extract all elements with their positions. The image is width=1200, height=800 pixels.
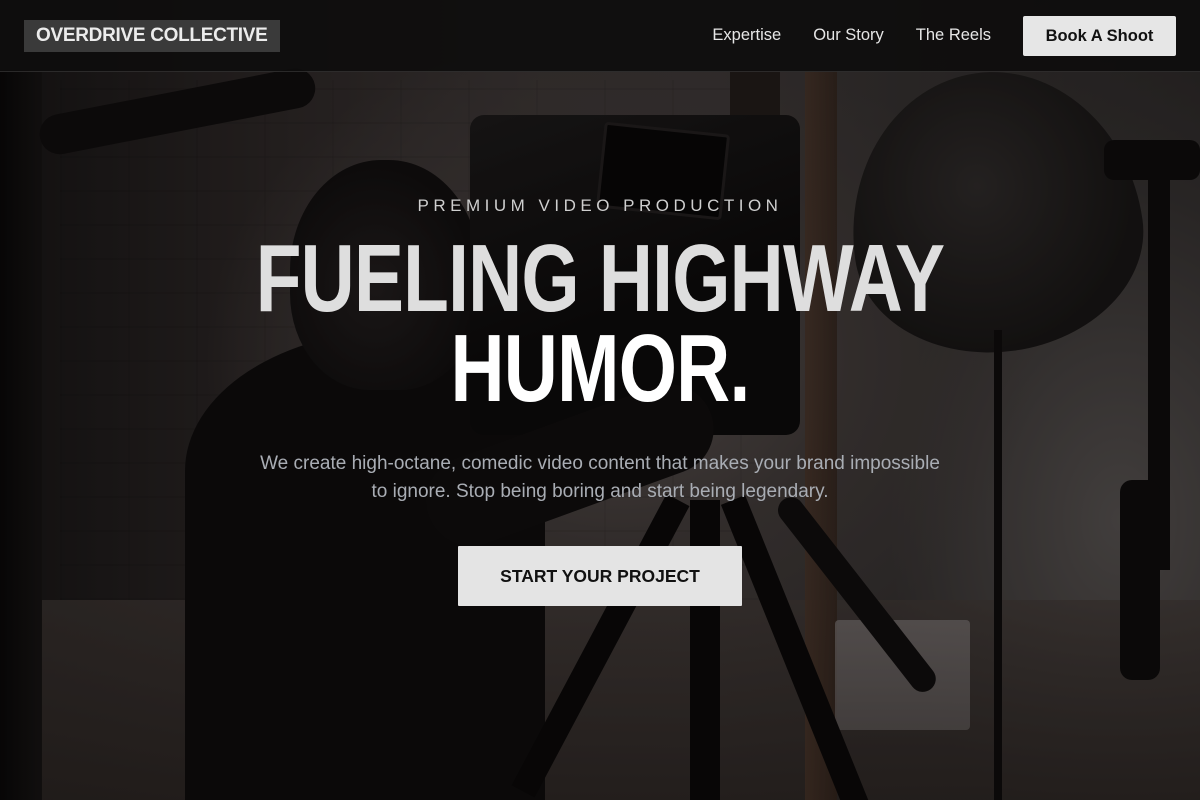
hero-description: We create high-octane, comedic video con… bbox=[260, 453, 940, 502]
nav-links: Expertise Our Story The Reels Book A Sho… bbox=[680, 15, 1176, 56]
nav-link-the-reels[interactable]: The Reels bbox=[916, 26, 991, 45]
brand-logo[interactable]: OVERDRIVE COLLECTIVE bbox=[24, 19, 280, 52]
nav-link-expertise[interactable]: Expertise bbox=[712, 26, 781, 45]
book-a-shoot-button[interactable]: Book A Shoot bbox=[1023, 15, 1176, 56]
hero-headline: FUELING HIGHWAY HUMOR. bbox=[132, 225, 1068, 422]
headline-line-1: FUELING HIGHWAY bbox=[255, 225, 945, 332]
headline-line-2: HUMOR. bbox=[450, 315, 751, 422]
top-navigation-bar: OVERDRIVE COLLECTIVE Expertise Our Story… bbox=[0, 0, 1200, 72]
nav-link-our-story[interactable]: Our Story bbox=[813, 26, 884, 45]
hero-eyebrow: PREMIUM VIDEO PRODUCTION bbox=[417, 196, 783, 215]
start-your-project-button[interactable]: START YOUR PROJECT bbox=[458, 546, 742, 606]
